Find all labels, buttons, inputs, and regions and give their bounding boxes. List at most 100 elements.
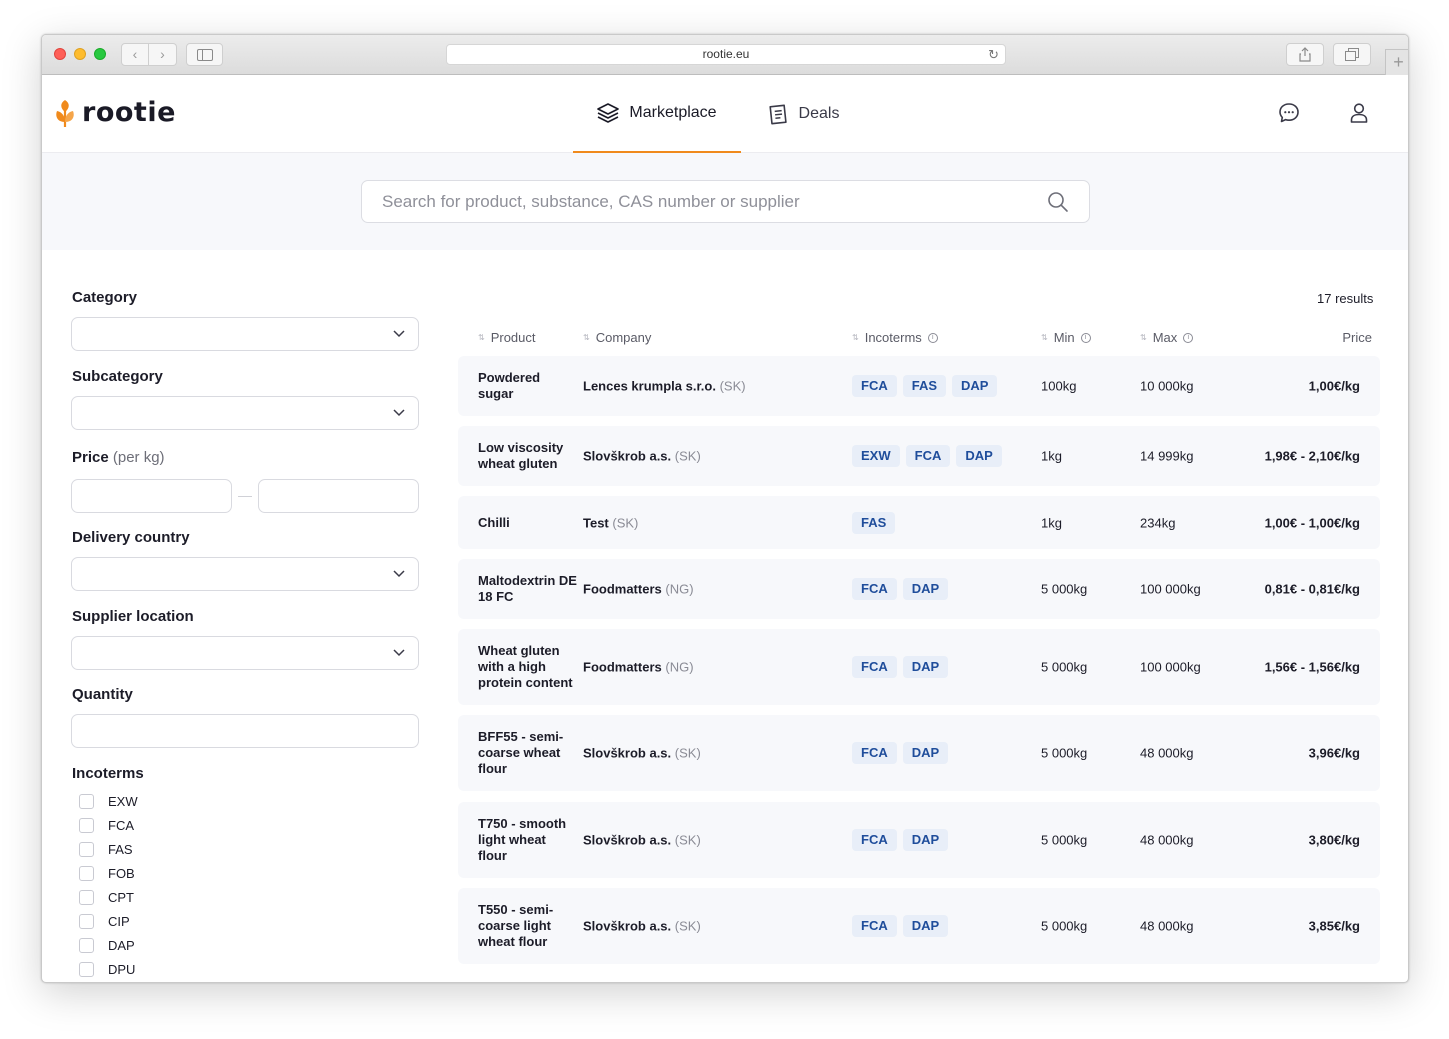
search-input[interactable] (362, 181, 1042, 222)
incoterm-checkbox-fob[interactable]: FOB (79, 864, 135, 882)
category-select[interactable] (71, 317, 419, 351)
company-name-text: Lences krumpla s.r.o. (583, 378, 716, 394)
document-list-icon (768, 104, 787, 125)
rootie-logo[interactable]: rootie (54, 97, 176, 128)
tab-marketplace[interactable]: Marketplace (573, 75, 741, 153)
close-window-button[interactable] (54, 48, 66, 60)
incoterm-checkbox-cpt[interactable]: CPT (79, 888, 134, 906)
new-tab-button[interactable]: + (1385, 49, 1408, 75)
supplier-location-label: Supplier location (72, 608, 194, 625)
country-code: (SK) (674, 918, 701, 934)
table-row[interactable]: Low viscosity wheat gluten Slovškrob a.s… (458, 426, 1380, 486)
tab-deals[interactable]: Deals (753, 75, 853, 153)
tabs-icon (1345, 48, 1359, 61)
checkbox-label: FAS (108, 841, 133, 857)
incoterm-tag: DAP (902, 915, 949, 937)
column-header-product[interactable]: ⇅ Product (478, 330, 536, 345)
incoterm-tag: FAS (902, 375, 947, 397)
incoterm-tag: DAP (956, 445, 1002, 467)
checkbox[interactable] (79, 793, 94, 809)
supplier-location-select[interactable] (71, 636, 419, 670)
checkbox[interactable] (79, 937, 94, 953)
checkbox[interactable] (79, 817, 94, 833)
chat-icon[interactable] (1277, 101, 1301, 125)
table-row[interactable]: Maltodextrin DE 18 FC Foodmatters (NG) F… (458, 559, 1380, 619)
user-icon[interactable] (1347, 101, 1371, 125)
info-icon[interactable]: i (927, 332, 938, 343)
product-name: Chilli (478, 514, 510, 530)
share-button[interactable] (1286, 43, 1324, 66)
back-button[interactable]: ‹ (121, 43, 149, 66)
company-name-text: Slovškrob a.s. (583, 918, 672, 934)
company-name: Slovškrob a.s. (SK) (583, 449, 701, 464)
price-min-input[interactable] (71, 479, 232, 513)
table-row[interactable]: Chilli Test (SK) FAS 1kg 234kg 1,00€ - 1… (458, 496, 1380, 549)
sort-icon: ⇅ (1041, 332, 1048, 342)
column-header-incoterms[interactable]: ⇅ Incoterms i (852, 330, 938, 345)
sidebar-toggle-button[interactable] (186, 43, 223, 66)
table-row[interactable]: T750 - smooth light wheat flour Slovškro… (458, 802, 1380, 878)
incoterm-checkbox-fca[interactable]: FCA (79, 816, 134, 834)
incoterm-checkbox-dpu[interactable]: DPU (79, 960, 135, 978)
subcategory-select[interactable] (71, 396, 419, 430)
incoterm-tag: FCA (852, 656, 897, 678)
search-icon[interactable] (1047, 191, 1069, 213)
chevron-down-icon (393, 330, 405, 338)
column-header-company[interactable]: ⇅ Company (583, 330, 651, 345)
sort-icon: ⇅ (478, 332, 485, 342)
price: 3,85€/kg (1308, 918, 1360, 934)
min-quantity: 100kg (1041, 378, 1077, 394)
column-label: Incoterms (864, 330, 922, 345)
checkbox-label: FOB (108, 865, 135, 881)
checkbox[interactable] (79, 961, 94, 977)
company-name: Foodmatters (NG) (583, 582, 694, 597)
search-box (361, 180, 1090, 223)
min-quantity: 5 000kg (1041, 832, 1088, 848)
country-code: (SK) (612, 515, 639, 530)
incoterm-checkbox-fas[interactable]: FAS (79, 840, 133, 858)
address-bar[interactable]: rootie.eu ↻ (446, 44, 1006, 65)
price-unit: (per kg) (112, 449, 165, 466)
checkbox[interactable] (79, 913, 94, 929)
maximize-window-button[interactable] (94, 48, 106, 60)
info-icon[interactable]: i (1183, 332, 1194, 343)
table-row[interactable]: T550 - semi-coarse light wheat flour Slo… (458, 888, 1380, 964)
checkbox[interactable] (79, 889, 94, 905)
price: 1,00€ - 1,00€/kg (1264, 515, 1360, 530)
product-name: Maltodextrin DE 18 FC (478, 573, 577, 604)
checkbox-label: EXW (108, 793, 138, 809)
checkbox[interactable] (79, 841, 94, 857)
min-quantity: 5 000kg (1041, 581, 1088, 597)
incoterm-tag: FAS (852, 511, 896, 534)
reload-icon[interactable]: ↻ (988, 45, 999, 64)
incoterm-checkbox-dap[interactable]: DAP (79, 936, 135, 954)
table-row[interactable]: BFF55 - semi-coarse wheat flour Slovškro… (458, 715, 1380, 791)
incoterm-tags: FCA DAP (852, 656, 954, 678)
company-name-text: Slovškrob a.s. (583, 832, 672, 848)
column-header-min[interactable]: ⇅ Min i (1041, 330, 1091, 345)
table-row[interactable]: Powdered sugar Lences krumpla s.r.o. (SK… (458, 356, 1380, 416)
company-name: Lences krumpla s.r.o. (SK) (583, 379, 746, 394)
delivery-country-select[interactable] (71, 557, 419, 591)
company-name: Foodmatters (NG) (583, 660, 694, 675)
company-name: Slovškrob a.s. (SK) (583, 919, 701, 934)
tab-overview-button[interactable] (1333, 43, 1371, 66)
tab-deals-label: Deals (798, 105, 840, 122)
table-row[interactable]: Wheat gluten with a high protein content… (458, 629, 1380, 705)
product-name: Powdered sugar (478, 370, 541, 401)
checkbox[interactable] (79, 865, 94, 881)
forward-button[interactable]: › (149, 43, 177, 66)
price-max-input[interactable] (258, 479, 419, 513)
incoterm-checkbox-cip[interactable]: CIP (79, 912, 130, 930)
checkbox-label: DAP (108, 937, 135, 953)
column-header-max[interactable]: ⇅ Max i (1140, 330, 1194, 345)
incoterm-checkbox-exw[interactable]: EXW (79, 792, 138, 810)
incoterm-tag: DAP (902, 578, 949, 600)
category-label: Category (72, 289, 138, 306)
quantity-input[interactable] (71, 714, 419, 748)
minimize-window-button[interactable] (74, 48, 86, 60)
company-name-text: Slovškrob a.s. (583, 745, 672, 761)
incoterm-tag: FCA (905, 445, 951, 467)
info-icon[interactable]: i (1080, 332, 1091, 343)
column-label: Company (595, 330, 652, 345)
